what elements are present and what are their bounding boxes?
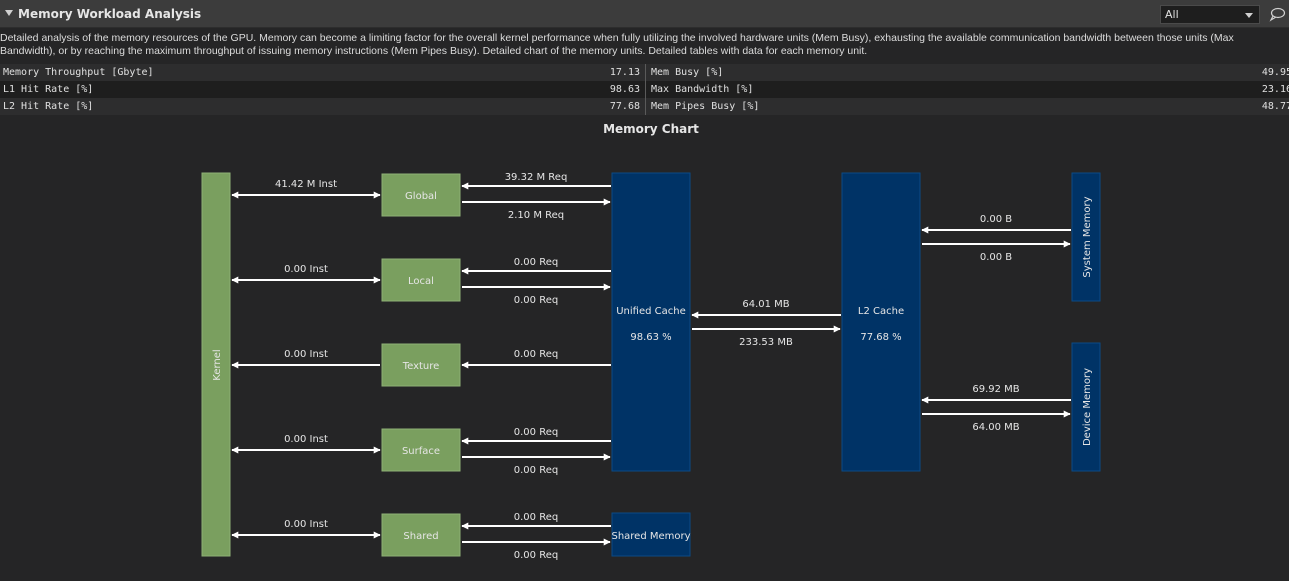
l1-to-l2-label: 233.53 MB (739, 337, 793, 348)
surface-req-top-label: 0.00 Req (514, 427, 558, 438)
kernel-label: Kernel (212, 349, 223, 380)
local-req-top-label: 0.00 Req (514, 257, 558, 268)
global-inst-label: 41.42 M Inst (275, 179, 337, 190)
l2-cache-block[interactable] (841, 172, 921, 472)
l2-to-sys-label: 0.00 B (980, 252, 1012, 263)
surface-req-bottom-label: 0.00 Req (514, 465, 558, 476)
shared-label: Shared (403, 531, 438, 542)
surface-inst-label: 0.00 Inst (284, 434, 328, 445)
global-req-bottom-label: 2.10 M Req (508, 210, 564, 221)
shared-memory-label: Shared Memory (611, 531, 690, 542)
sys-to-l2-label: 0.00 B (980, 214, 1012, 225)
shared-req-bottom-label: 0.00 Req (514, 550, 558, 561)
texture-inst-label: 0.00 Inst (284, 349, 328, 360)
texture-label: Texture (402, 361, 440, 372)
unified-cache-block[interactable] (611, 172, 691, 472)
dev-to-l2-label: 69.92 MB (972, 384, 1019, 395)
shared-inst-label: 0.00 Inst (284, 519, 328, 530)
local-inst-label: 0.00 Inst (284, 264, 328, 275)
local-label: Local (408, 276, 434, 287)
l2-cache-value: 77.68 % (860, 332, 901, 343)
local-req-bottom-label: 0.00 Req (514, 295, 558, 306)
surface-label: Surface (402, 446, 440, 457)
l2-to-dev-label: 64.00 MB (972, 422, 1019, 433)
device-memory-label: Device Memory (1082, 368, 1093, 446)
unified-cache-label: Unified Cache (616, 306, 686, 317)
system-memory-label: System Memory (1082, 196, 1093, 277)
global-label: Global (405, 191, 437, 202)
memory-chart: Kernel Global Local Texture Surface Shar… (201, 172, 1101, 561)
shared-req-top-label: 0.00 Req (514, 512, 558, 523)
texture-req-label: 0.00 Req (514, 349, 558, 360)
l2-cache-label: L2 Cache (858, 306, 904, 317)
global-req-top-label: 39.32 M Req (505, 172, 568, 183)
l2-to-l1-label: 64.01 MB (742, 299, 789, 310)
unified-cache-value: 98.63 % (630, 332, 671, 343)
